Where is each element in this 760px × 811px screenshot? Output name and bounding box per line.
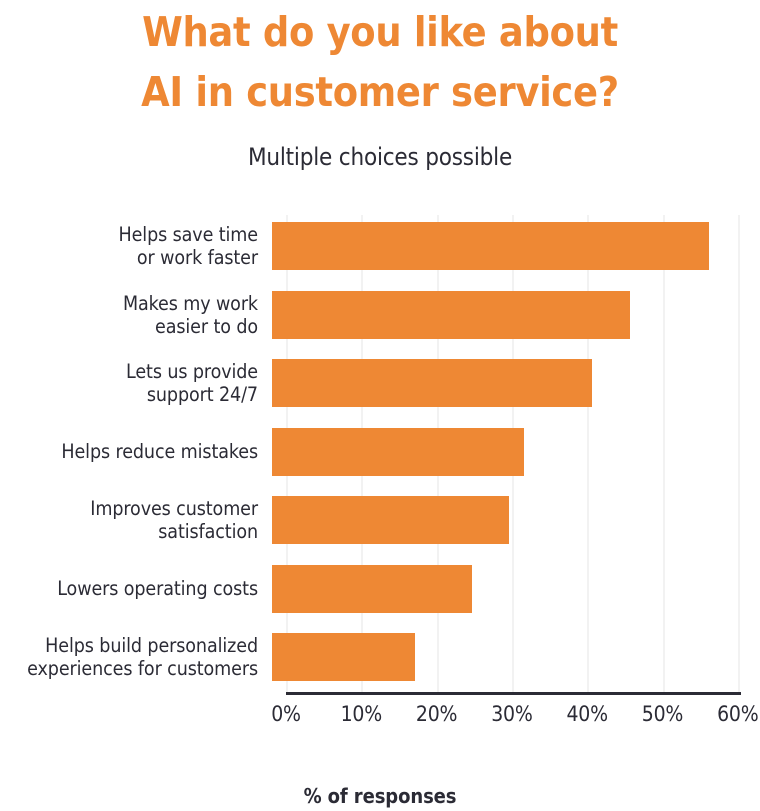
bar-track bbox=[272, 350, 760, 416]
page-title-line-2: AI in customer service? bbox=[141, 68, 619, 117]
page-title-line-1: What do you like about bbox=[142, 8, 618, 56]
bar-category-label: Makes my work easier to do bbox=[122, 291, 258, 338]
bar-category-label: Lets us provide support 24/7 bbox=[126, 360, 258, 406]
bar-row: Helps build personalized experiences for… bbox=[0, 624, 760, 690]
bar-track bbox=[272, 419, 760, 485]
bar-row: Helps save time or work faster bbox=[0, 213, 760, 279]
page-title: What do you like about AI in customer se… bbox=[0, 0, 760, 123]
bar bbox=[272, 496, 510, 544]
bar bbox=[272, 427, 525, 476]
bar-track bbox=[272, 213, 760, 279]
chart-header: What do you like about AI in customer se… bbox=[0, 0, 760, 171]
x-tick-label: 40% bbox=[566, 702, 608, 726]
bar-category-label: Helps build personalized experiences for… bbox=[27, 634, 258, 680]
bar-row: Lets us provide support 24/7 bbox=[0, 350, 760, 416]
chart-subtitle: Multiple choices possible bbox=[247, 142, 513, 171]
bar-track bbox=[272, 556, 760, 622]
bar-category-label: Helps reduce mistakes bbox=[61, 440, 258, 463]
bar bbox=[272, 222, 709, 270]
bar bbox=[272, 359, 593, 407]
bar-row: Improves customer satisfaction bbox=[0, 487, 760, 553]
bar-track bbox=[272, 487, 760, 553]
x-axis-ticks: 0% 10% 20% 30% 40% 50% 60% bbox=[0, 702, 760, 736]
x-tick-label: 50% bbox=[641, 702, 684, 726]
bar-track bbox=[272, 282, 760, 348]
bar-category-label: Improves customer satisfaction bbox=[90, 497, 258, 543]
bar bbox=[272, 633, 416, 681]
bar-category-label: Helps save time or work faster bbox=[118, 223, 259, 269]
x-tick-label: 10% bbox=[340, 702, 383, 726]
bar bbox=[272, 564, 472, 613]
x-axis-title: % of responses bbox=[303, 784, 457, 808]
bar-chart: Helps save time or work faster Makes my w… bbox=[0, 208, 760, 811]
bar bbox=[272, 290, 630, 339]
bar-track bbox=[272, 624, 760, 690]
bar-category-label: Lowers operating costs bbox=[57, 577, 258, 600]
bar-series: Helps save time or work faster Makes my w… bbox=[0, 208, 760, 694]
bar-row: Lowers operating costs bbox=[0, 556, 760, 622]
x-tick-label: 20% bbox=[415, 702, 458, 726]
x-tick-label: 0% bbox=[271, 702, 301, 726]
bar-row: Makes my work easier to do bbox=[0, 282, 760, 348]
x-tick-label: 30% bbox=[491, 702, 533, 726]
bar-row: Helps reduce mistakes bbox=[0, 419, 760, 485]
x-tick-label: 60% bbox=[717, 702, 759, 726]
